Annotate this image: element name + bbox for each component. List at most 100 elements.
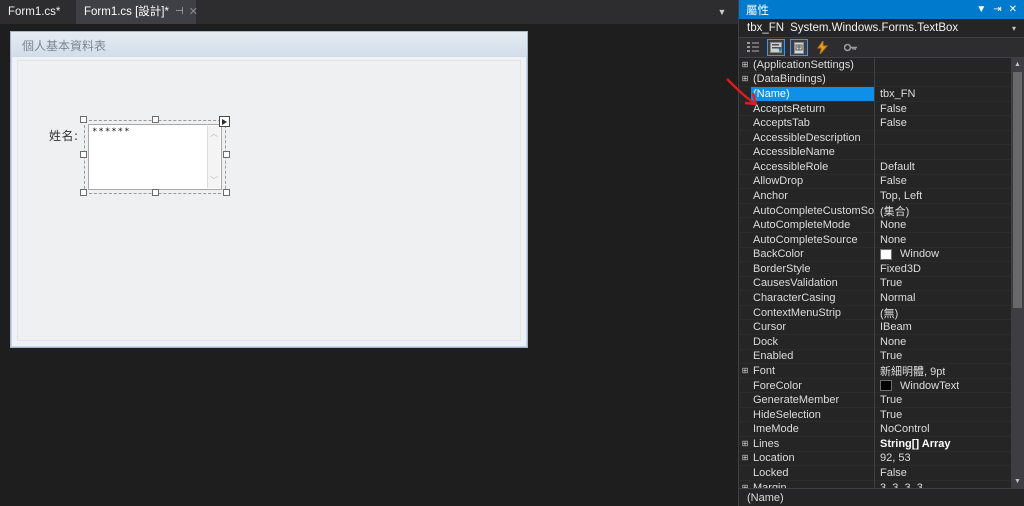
property-row[interactable]: CausesValidation True <box>739 277 1024 292</box>
property-value[interactable]: False <box>880 103 907 115</box>
form-client-area[interactable]: 姓名: ****** ︿ ﹀ <box>17 60 521 341</box>
property-pages-button[interactable] <box>842 39 860 56</box>
property-name[interactable]: Enabled <box>751 349 874 363</box>
scroll-down-icon[interactable]: ﹀ <box>208 175 220 186</box>
properties-button[interactable] <box>790 39 808 56</box>
scroll-up-icon[interactable]: ▲ <box>1011 58 1024 71</box>
property-value[interactable]: Normal <box>880 292 915 304</box>
property-row[interactable]: HideSelection True <box>739 408 1024 423</box>
textbox-vertical-scrollbar[interactable]: ︿ ﹀ <box>207 126 220 188</box>
property-row[interactable]: Dock None <box>739 335 1024 350</box>
property-row[interactable]: AccessibleDescription <box>739 131 1024 146</box>
form-designer-surface[interactable]: 個人基本資料表 姓名: ****** ︿ ﹀ <box>0 24 738 506</box>
property-row[interactable]: (Name) tbx_FN <box>739 86 1024 102</box>
property-row[interactable]: ⊞ (DataBindings) <box>739 73 1024 88</box>
property-row[interactable]: AcceptsTab False <box>739 116 1024 131</box>
property-name[interactable]: CausesValidation <box>751 276 874 290</box>
property-row[interactable]: ⊞ Lines String[] Array <box>739 437 1024 452</box>
property-name[interactable]: AutoCompleteCustomSour <box>751 204 874 218</box>
pin-icon[interactable]: ⊣ <box>175 7 184 17</box>
property-value[interactable]: False <box>880 117 907 129</box>
property-name[interactable]: AcceptsReturn <box>751 102 874 116</box>
property-value[interactable]: (無) <box>880 305 898 321</box>
textbox-tbx-fn[interactable]: ****** ︿ ﹀ <box>88 124 222 190</box>
property-value[interactable]: False <box>880 467 907 479</box>
expander-icon[interactable]: ⊞ <box>739 454 751 462</box>
resize-handle-n[interactable] <box>152 116 159 123</box>
expander-icon[interactable]: ⊞ <box>739 366 751 375</box>
property-value[interactable]: 新細明體, 9pt <box>880 363 945 379</box>
tab-form1-cs[interactable]: Form1.cs* <box>0 0 76 24</box>
categorized-button[interactable] <box>744 39 762 56</box>
property-name[interactable]: GenerateMember <box>751 393 874 407</box>
alphabetical-button[interactable] <box>767 39 785 56</box>
property-name[interactable]: Dock <box>751 335 874 349</box>
property-value[interactable]: String[] Array <box>880 438 951 450</box>
chevron-down-icon[interactable]: ▾ <box>1012 24 1016 33</box>
property-row[interactable]: ⊞ Location 92, 53 <box>739 452 1024 467</box>
design-form-window[interactable]: 個人基本資料表 姓名: ****** ︿ ﹀ <box>10 31 528 348</box>
property-value[interactable]: Default <box>880 161 915 173</box>
property-value[interactable]: 92, 53 <box>880 452 911 464</box>
textbox-selection-wrapper[interactable]: ****** ︿ ﹀ <box>80 116 230 196</box>
property-name[interactable]: Location <box>751 451 874 465</box>
property-name[interactable]: AccessibleRole <box>751 160 874 174</box>
property-row[interactable]: Cursor IBeam <box>739 320 1024 335</box>
property-name[interactable]: Locked <box>751 466 874 480</box>
property-value[interactable]: Top, Left <box>880 190 922 202</box>
property-row[interactable]: GenerateMember True <box>739 393 1024 408</box>
property-name[interactable]: HideSelection <box>751 408 874 422</box>
property-name[interactable]: Margin <box>751 481 874 488</box>
property-value[interactable]: True <box>880 277 902 289</box>
property-name[interactable]: ImeMode <box>751 422 874 436</box>
chevron-down-icon[interactable]: ▼ <box>712 0 732 24</box>
property-name[interactable]: BackColor <box>751 247 874 261</box>
property-name[interactable]: AccessibleName <box>751 145 874 159</box>
property-row[interactable]: ⊞ Font 新細明體, 9pt <box>739 364 1024 379</box>
property-value[interactable]: False <box>880 175 907 187</box>
scrollbar-thumb[interactable] <box>1013 72 1022 308</box>
property-value[interactable]: None <box>880 234 906 246</box>
property-value[interactable]: None <box>880 336 906 348</box>
property-grid-scrollbar[interactable]: ▲ ▼ <box>1011 58 1024 488</box>
resize-handle-nw[interactable] <box>80 116 87 123</box>
property-row[interactable]: BorderStyle Fixed3D <box>739 262 1024 277</box>
property-value[interactable]: True <box>880 394 902 406</box>
property-row[interactable]: AllowDrop False <box>739 175 1024 190</box>
expander-icon[interactable]: ⊞ <box>739 60 751 69</box>
pin-icon[interactable]: ⇥ <box>993 4 1001 15</box>
property-name[interactable]: Anchor <box>751 189 874 203</box>
property-name[interactable]: Lines <box>751 437 874 451</box>
resize-handle-w[interactable] <box>80 151 87 158</box>
property-value[interactable]: NoControl <box>880 423 930 435</box>
property-row[interactable]: ForeColor WindowText <box>739 379 1024 394</box>
property-row[interactable]: AccessibleRole Default <box>739 160 1024 175</box>
resize-handle-s[interactable] <box>152 189 159 196</box>
property-name[interactable]: ForeColor <box>751 379 874 393</box>
property-name[interactable]: Cursor <box>751 320 874 334</box>
object-selector[interactable]: tbx_FN System.Windows.Forms.TextBox ▾ <box>739 19 1024 38</box>
scroll-up-icon[interactable]: ︿ <box>208 128 220 139</box>
property-name[interactable]: (ApplicationSettings) <box>751 58 874 72</box>
property-row[interactable]: AutoCompleteCustomSour (集合) <box>739 204 1024 219</box>
property-name[interactable]: BorderStyle <box>751 262 874 276</box>
tab-form1-cs-design[interactable]: Form1.cs [設計]* ⊣ ✕ <box>76 0 198 24</box>
property-value[interactable]: True <box>880 350 902 362</box>
label-name[interactable]: 姓名: <box>49 127 79 144</box>
property-grid[interactable]: ⊞ (ApplicationSettings) ⊞ (DataBindings) (Na… <box>739 58 1024 488</box>
property-row[interactable]: ⊞ Margin 3, 3, 3, 3 <box>739 481 1024 488</box>
close-icon[interactable]: ✕ <box>189 6 198 18</box>
column-splitter[interactable] <box>874 58 875 488</box>
property-name[interactable]: CharacterCasing <box>751 291 874 305</box>
close-icon[interactable]: ✕ <box>1009 4 1017 15</box>
property-value[interactable]: (集合) <box>880 203 909 219</box>
property-row[interactable]: AcceptsReturn False <box>739 102 1024 117</box>
property-name[interactable]: AcceptsTab <box>751 116 874 130</box>
events-button[interactable] <box>813 39 831 56</box>
resize-handle-e[interactable] <box>223 151 230 158</box>
property-value[interactable]: IBeam <box>880 321 912 333</box>
property-value[interactable]: None <box>880 219 906 231</box>
property-value[interactable]: Fixed3D <box>880 263 921 275</box>
property-row[interactable]: AutoCompleteMode None <box>739 218 1024 233</box>
property-value[interactable]: Window <box>880 248 939 260</box>
